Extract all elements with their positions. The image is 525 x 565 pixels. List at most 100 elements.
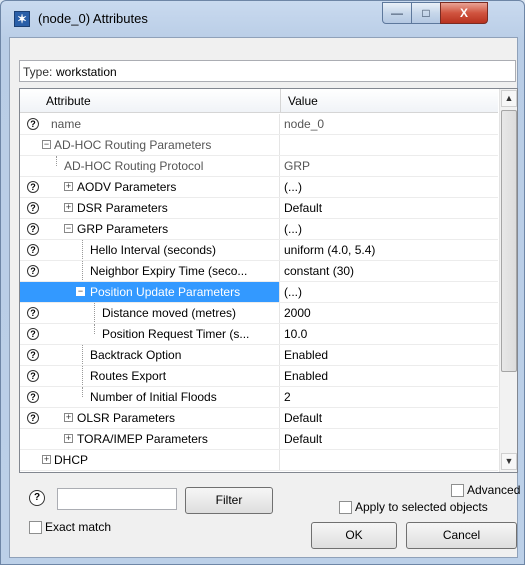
- tree-connector: [82, 387, 83, 397]
- row-label: AD-HOC Routing Protocol: [64, 159, 204, 173]
- help-icon[interactable]: ?: [27, 202, 39, 214]
- row-value[interactable]: Default: [284, 201, 322, 215]
- row-label: Position Update Parameters: [90, 285, 241, 299]
- row-label: Backtrack Option: [90, 348, 182, 362]
- table-row[interactable]: ? Neighbor Expiry Time (seco... constant…: [20, 261, 498, 282]
- column-divider[interactable]: [280, 89, 281, 113]
- row-value[interactable]: (...): [284, 222, 302, 236]
- vertical-scrollbar[interactable]: ▲ ▼: [499, 89, 517, 472]
- help-icon[interactable]: ?: [27, 244, 39, 256]
- row-label: DSR Parameters: [77, 201, 168, 215]
- help-icon[interactable]: ?: [27, 118, 39, 130]
- table-row[interactable]: − Position Update Parameters (...): [20, 282, 498, 303]
- scroll-down-arrow-icon[interactable]: ▼: [501, 453, 517, 470]
- ok-button[interactable]: OK: [311, 522, 397, 549]
- row-label: Distance moved (metres): [102, 306, 237, 320]
- table-row[interactable]: ? + AODV Parameters (...): [20, 177, 498, 198]
- tree-connector: [94, 303, 95, 323]
- table-row[interactable]: ? Position Request Timer (s... 10.0: [20, 324, 498, 345]
- advanced-label: Advanced: [467, 483, 521, 497]
- close-button[interactable]: X: [440, 2, 488, 24]
- attribute-cell: ? + DSR Parameters: [20, 198, 280, 218]
- checkbox-box[interactable]: [339, 501, 352, 514]
- expand-icon[interactable]: +: [64, 203, 73, 212]
- row-label: Hello Interval (seconds): [90, 243, 217, 257]
- row-value[interactable]: constant (30): [284, 264, 354, 278]
- scroll-thumb[interactable]: [501, 110, 517, 372]
- row-label: OLSR Parameters: [77, 411, 176, 425]
- table-row[interactable]: ? − GRP Parameters (...): [20, 219, 498, 240]
- row-value[interactable]: Enabled: [284, 369, 328, 383]
- filter-help-icon[interactable]: ?: [29, 490, 45, 506]
- help-icon[interactable]: ?: [27, 265, 39, 277]
- table-row[interactable]: ? Distance moved (metres) 2000: [20, 303, 498, 324]
- attribute-cell: ? name: [20, 114, 280, 134]
- row-value[interactable]: uniform (4.0, 5.4): [284, 243, 375, 257]
- type-label: Type:: [23, 65, 53, 79]
- row-value[interactable]: 2000: [284, 306, 311, 320]
- table-row[interactable]: ? name node_0: [20, 114, 498, 135]
- help-icon[interactable]: ?: [27, 370, 39, 382]
- row-value[interactable]: Default: [284, 411, 322, 425]
- expand-icon[interactable]: +: [64, 413, 73, 422]
- row-label: Routes Export: [90, 369, 167, 383]
- attribute-column-header[interactable]: Attribute: [46, 94, 91, 108]
- table-row[interactable]: ? + DSR Parameters Default: [20, 198, 498, 219]
- table-row[interactable]: + TORA/IMEP Parameters Default: [20, 429, 498, 450]
- window-title: (node_0) Attributes: [38, 11, 148, 26]
- row-label: GRP Parameters: [77, 222, 169, 236]
- minimize-button[interactable]: —: [382, 2, 412, 24]
- tree-connector: [82, 240, 83, 260]
- expand-icon[interactable]: +: [64, 182, 73, 191]
- checkbox-box[interactable]: [29, 521, 42, 534]
- cancel-button[interactable]: Cancel: [406, 522, 517, 549]
- help-icon[interactable]: ?: [27, 412, 39, 424]
- table-row[interactable]: ? Routes Export Enabled: [20, 366, 498, 387]
- help-icon[interactable]: ?: [27, 223, 39, 235]
- collapse-icon[interactable]: −: [64, 224, 73, 233]
- help-icon[interactable]: ?: [27, 391, 39, 403]
- table-row[interactable]: ? Number of Initial Floods 2: [20, 387, 498, 408]
- row-value[interactable]: 2: [284, 390, 291, 404]
- expand-icon[interactable]: +: [64, 434, 73, 443]
- row-value[interactable]: Default: [284, 432, 322, 446]
- row-label: DHCP: [54, 453, 89, 467]
- filter-input[interactable]: [57, 488, 177, 510]
- help-icon[interactable]: ?: [27, 181, 39, 193]
- attribute-cell: ? Number of Initial Floods: [20, 387, 280, 407]
- row-value[interactable]: 10.0: [284, 327, 307, 341]
- scroll-up-arrow-icon[interactable]: ▲: [501, 90, 517, 107]
- help-icon[interactable]: ?: [27, 328, 39, 340]
- table-row[interactable]: AD-HOC Routing Protocol GRP: [20, 156, 498, 177]
- table-body: ? name node_0 − AD-HOC Routing Parameter…: [20, 114, 498, 471]
- row-label: AODV Parameters: [77, 180, 177, 194]
- apply-to-selected-label: Apply to selected objects: [355, 500, 488, 514]
- table-row[interactable]: − AD-HOC Routing Parameters: [20, 135, 498, 156]
- row-value[interactable]: (...): [284, 180, 302, 194]
- collapse-icon[interactable]: −: [76, 287, 85, 296]
- row-label: AD-HOC Routing Parameters: [54, 138, 212, 152]
- exact-match-label: Exact match: [45, 520, 112, 534]
- filter-button[interactable]: Filter: [185, 487, 273, 514]
- title-bar[interactable]: ✶ (node_0) Attributes — □ X: [1, 1, 524, 37]
- table-row[interactable]: ? Hello Interval (seconds) uniform (4.0,…: [20, 240, 498, 261]
- app-icon: ✶: [14, 11, 30, 27]
- attribute-cell: AD-HOC Routing Protocol: [20, 156, 280, 176]
- row-label: Number of Initial Floods: [90, 390, 217, 404]
- row-value[interactable]: GRP: [284, 159, 310, 173]
- checkbox-box[interactable]: [451, 484, 464, 497]
- maximize-button[interactable]: □: [411, 2, 441, 24]
- row-value[interactable]: (...): [284, 285, 302, 299]
- attribute-cell: ? Routes Export: [20, 366, 280, 386]
- value-column-header[interactable]: Value: [288, 94, 318, 108]
- row-value[interactable]: Enabled: [284, 348, 328, 362]
- expand-icon[interactable]: +: [42, 455, 51, 464]
- help-icon[interactable]: ?: [27, 307, 39, 319]
- collapse-icon[interactable]: −: [42, 140, 51, 149]
- attribute-cell: − AD-HOC Routing Parameters: [20, 135, 280, 155]
- help-icon[interactable]: ?: [27, 349, 39, 361]
- table-row[interactable]: ? Backtrack Option Enabled: [20, 345, 498, 366]
- table-row[interactable]: ? + OLSR Parameters Default: [20, 408, 498, 429]
- table-row[interactable]: + DHCP: [20, 450, 498, 471]
- row-value[interactable]: node_0: [284, 117, 324, 131]
